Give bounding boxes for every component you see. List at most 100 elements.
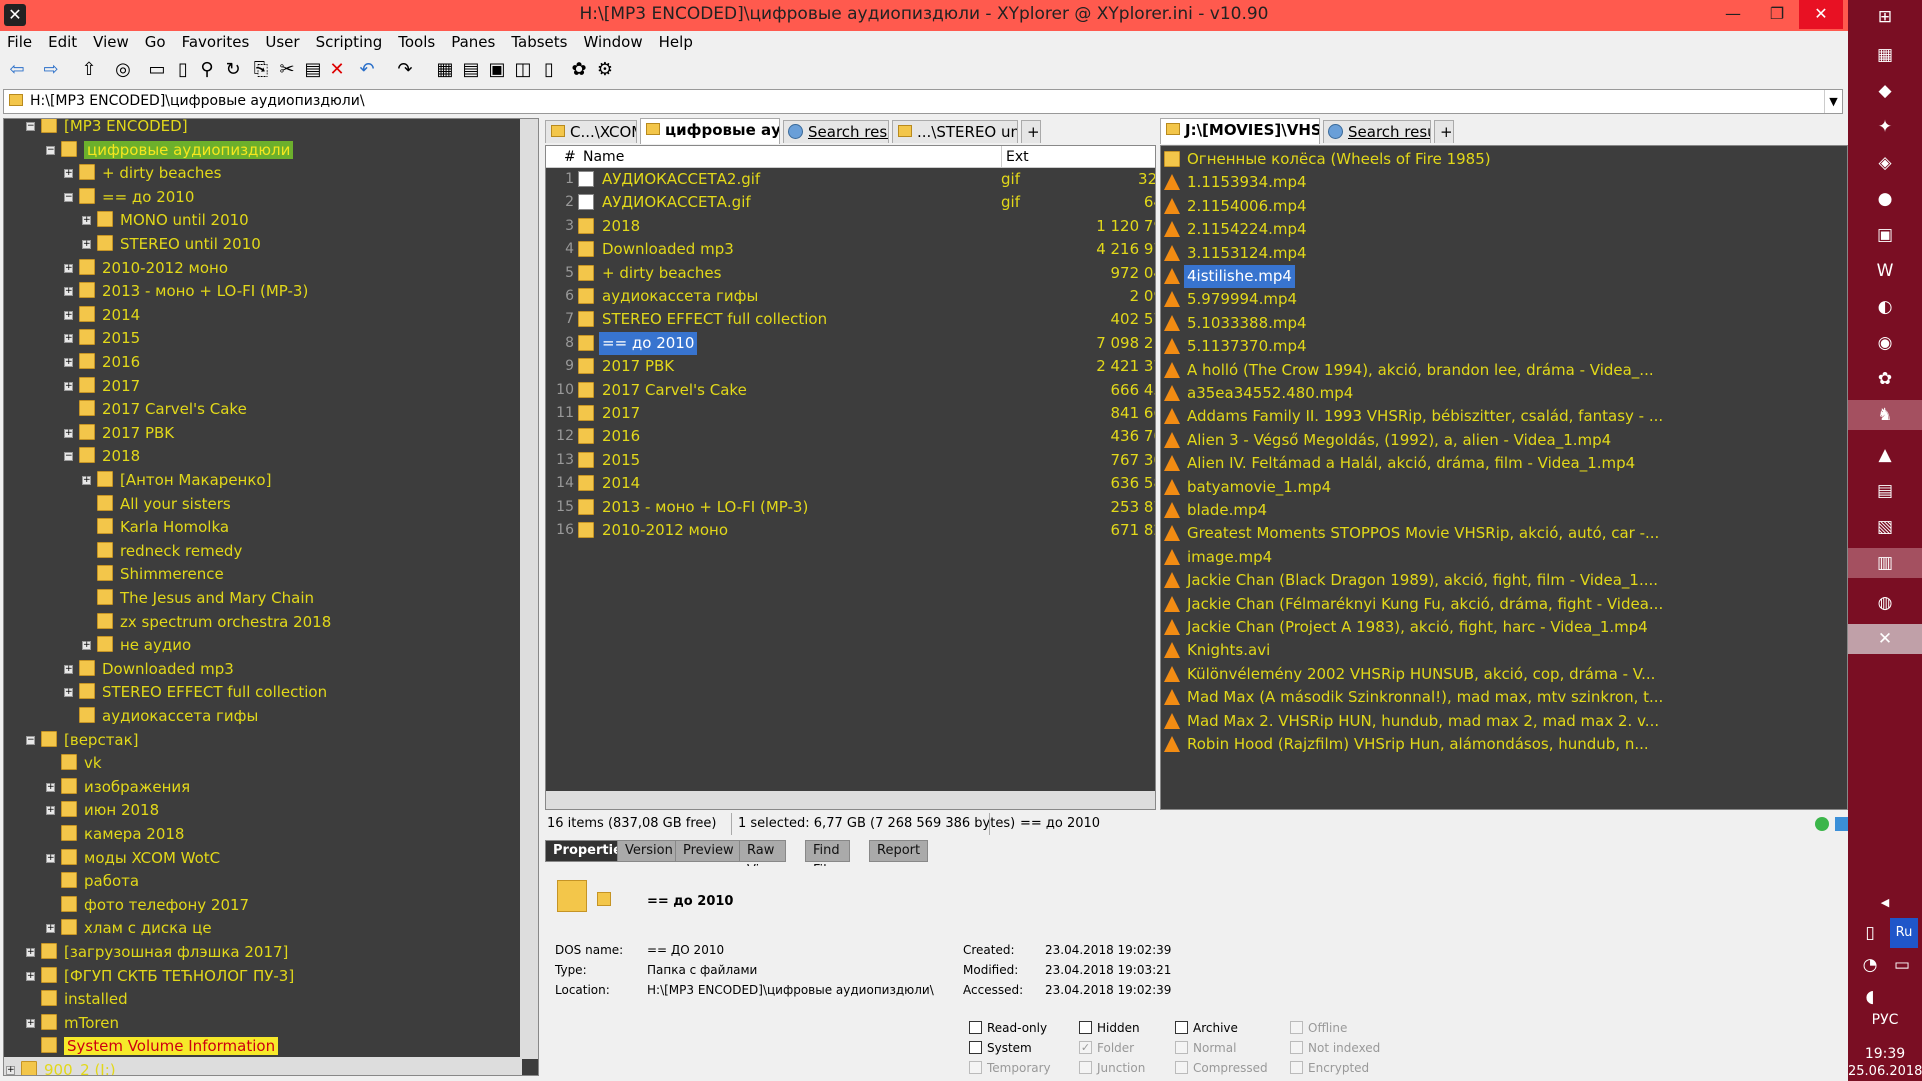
info-tab-version[interactable]: Version — [617, 840, 681, 862]
file-row[interactable]: 12 2016 436 70 — [546, 425, 1155, 448]
tree-node[interactable]: zx spectrum orchestra 2018 — [82, 611, 331, 633]
expand-toggle-icon[interactable]: + — [64, 287, 73, 297]
tree-node[interactable]: − 2018 — [64, 445, 140, 467]
layout-icon[interactable]: ▦ — [434, 59, 456, 81]
app-icon-6[interactable]: ▣ — [1870, 220, 1900, 250]
file-row[interactable]: 2 АУДИОКАССЕТА.gif gif 64 — [546, 191, 1155, 214]
file-row[interactable]: 9 2017 PBK 2 421 37 — [546, 355, 1155, 378]
right-tab[interactable]: J:\[MOVIES]\VHSRIP — [1160, 118, 1320, 144]
app-icon-13[interactable]: ▥ — [1848, 548, 1922, 578]
tree-node[interactable]: The Jesus and Mary Chain — [82, 587, 314, 609]
tree-node[interactable]: − [верстак] — [26, 729, 139, 751]
paste-icon[interactable]: ▤ — [302, 59, 324, 81]
tree-vertical-scrollbar[interactable] — [520, 119, 538, 1059]
dual-pane-icon[interactable]: ◫ — [512, 59, 534, 81]
refresh-icon[interactable]: ↻ — [222, 59, 244, 81]
file-row[interactable]: 13 2015 767 30 — [546, 449, 1155, 472]
undo-icon[interactable]: ↶ — [356, 59, 378, 81]
menu-edit[interactable]: Edit — [41, 31, 86, 51]
expand-toggle-icon[interactable]: − — [64, 452, 73, 462]
app-icon-1[interactable]: ▦ — [1870, 40, 1900, 70]
expand-toggle-icon[interactable]: + — [46, 806, 55, 816]
settings-icon[interactable]: ⚙ — [594, 59, 616, 81]
left-tab[interactable]: C...\XCOM 2 — [545, 120, 637, 143]
file-row[interactable]: 3.1153124.mp4 — [1161, 242, 1847, 265]
expand-toggle-icon[interactable]: + — [26, 948, 35, 957]
copy-icon[interactable]: ⎘ — [250, 59, 272, 81]
attr-archive-checkbox[interactable]: Archive — [1175, 1021, 1238, 1035]
tree-node[interactable]: аудиокассета гифы — [64, 705, 258, 727]
file-row[interactable]: 4istilishe.mp4 — [1161, 265, 1847, 288]
expand-toggle-icon[interactable]: + — [26, 971, 35, 981]
expand-toggle-icon[interactable]: + — [64, 263, 73, 273]
tree-node[interactable]: +2010-2012 моно — [64, 257, 228, 279]
ok-icon[interactable] — [1815, 817, 1829, 831]
expand-toggle-icon[interactable]: + — [46, 924, 55, 934]
delete-icon[interactable]: ✕ — [326, 59, 348, 81]
col-ext[interactable]: Ext — [1001, 146, 1155, 168]
tree-node[interactable]: + июн 2018 — [46, 799, 159, 821]
expand-toggle-icon[interactable]: + — [64, 664, 73, 674]
file-row[interactable]: Greatest Moments STOPPOS Movie VHSRip, a… — [1161, 522, 1847, 545]
tree-node[interactable]: installed — [26, 988, 128, 1010]
expand-toggle-icon[interactable]: − — [64, 192, 73, 202]
tree-node[interactable]: + Downloaded mp3 — [64, 658, 234, 680]
color-icon[interactable]: ✿ — [568, 59, 590, 81]
close-button[interactable]: ✕ — [1799, 0, 1843, 29]
filter-icon[interactable] — [1835, 817, 1849, 831]
tree-node[interactable]: + хлам с диска це — [46, 917, 212, 939]
file-row[interactable]: 10 2017 Carvel's Cake 666 45 — [546, 379, 1155, 402]
file-row[interactable]: Különvélemény 2002 VHSRip HUNSUB, akció,… — [1161, 663, 1847, 686]
cut-icon[interactable]: ✂ — [276, 59, 298, 81]
file-row[interactable]: Mad Max 2. VHSRip HUN, hundub, mad max 2… — [1161, 710, 1847, 733]
expand-toggle-icon[interactable]: + — [46, 853, 55, 863]
tree-node[interactable]: vk — [46, 752, 102, 774]
tree-node[interactable]: − == до 2010 — [64, 186, 194, 208]
menu-go[interactable]: Go — [138, 31, 175, 51]
file-row[interactable]: Knights.avi — [1161, 639, 1847, 662]
expand-toggle-icon[interactable]: − — [46, 145, 55, 155]
app-icon-4[interactable]: ◈ — [1870, 148, 1900, 178]
attr-read-only-checkbox[interactable]: Read-only — [969, 1021, 1047, 1035]
app-icon-2[interactable]: ◆ — [1870, 76, 1900, 106]
app-icon-11[interactable]: ▤ — [1870, 476, 1900, 506]
menu-scripting[interactable]: Scripting — [309, 31, 392, 51]
file-row[interactable]: 14 2014 636 58 — [546, 472, 1155, 495]
tree-node[interactable]: + STEREO until 2010 — [82, 233, 261, 255]
col-name[interactable]: Name — [583, 146, 624, 168]
tree-node[interactable]: + изображения — [46, 776, 190, 798]
app-icon-12[interactable]: ▧ — [1870, 512, 1900, 542]
tree-node[interactable]: Karla Homolka — [82, 516, 229, 538]
left-tab[interactable]: ...\STEREO until 2010 — [892, 120, 1018, 143]
details-icon[interactable]: ▤ — [460, 59, 482, 81]
file-row[interactable]: Огненные колёса (Wheels of Fire 1985) — [1161, 148, 1847, 171]
single-pane-icon[interactable]: ▯ — [538, 59, 560, 81]
expand-toggle-icon[interactable]: + — [26, 1018, 35, 1028]
tree-node[interactable]: + [загрузошная флэшка 2017] — [26, 941, 288, 963]
file-row[interactable]: 2.1154006.mp4 — [1161, 195, 1847, 218]
expand-toggle-icon[interactable]: + — [64, 688, 73, 698]
file-row[interactable]: Robin Hood (Rajzfilm) VHSrip Hun, alámon… — [1161, 733, 1847, 756]
target-icon[interactable]: ◎ — [112, 59, 134, 81]
tray-expand-icon[interactable]: ◀ — [1870, 888, 1900, 918]
menu-help[interactable]: Help — [652, 31, 702, 51]
clock-date[interactable]: 25.06.2018 — [1848, 1064, 1922, 1079]
attr-system-checkbox[interactable]: System — [969, 1041, 1032, 1055]
find-icon[interactable]: ⚲ — [196, 59, 218, 81]
input-language[interactable]: РУС — [1848, 1012, 1922, 1028]
menu-tabsets[interactable]: Tabsets — [504, 31, 576, 51]
file-row[interactable]: 11 2017 841 66 — [546, 402, 1155, 425]
menu-tools[interactable]: Tools — [391, 31, 444, 51]
file-row[interactable]: blade.mp4 — [1161, 499, 1847, 522]
list-horizontal-scrollbar[interactable] — [546, 791, 1155, 809]
address-bar[interactable]: H:\[MP3 ENCODED]\цифровые аудиопиздюли\ … — [3, 89, 1843, 114]
expand-toggle-icon[interactable]: + — [82, 240, 91, 249]
left-tab[interactable]: + — [1021, 120, 1041, 143]
expand-toggle-icon[interactable]: + — [64, 358, 73, 367]
tree-node[interactable]: + + dirty beaches — [64, 162, 221, 184]
file-row[interactable]: 6 аудиокассета гифы 2 09 — [546, 285, 1155, 308]
expand-toggle-icon[interactable]: + — [64, 381, 73, 391]
tree-node[interactable]: + моды XCOM WotC — [46, 847, 220, 869]
file-row[interactable]: 5.979994.mp4 — [1161, 288, 1847, 311]
right-tab[interactable]: Search results — [1323, 120, 1431, 143]
